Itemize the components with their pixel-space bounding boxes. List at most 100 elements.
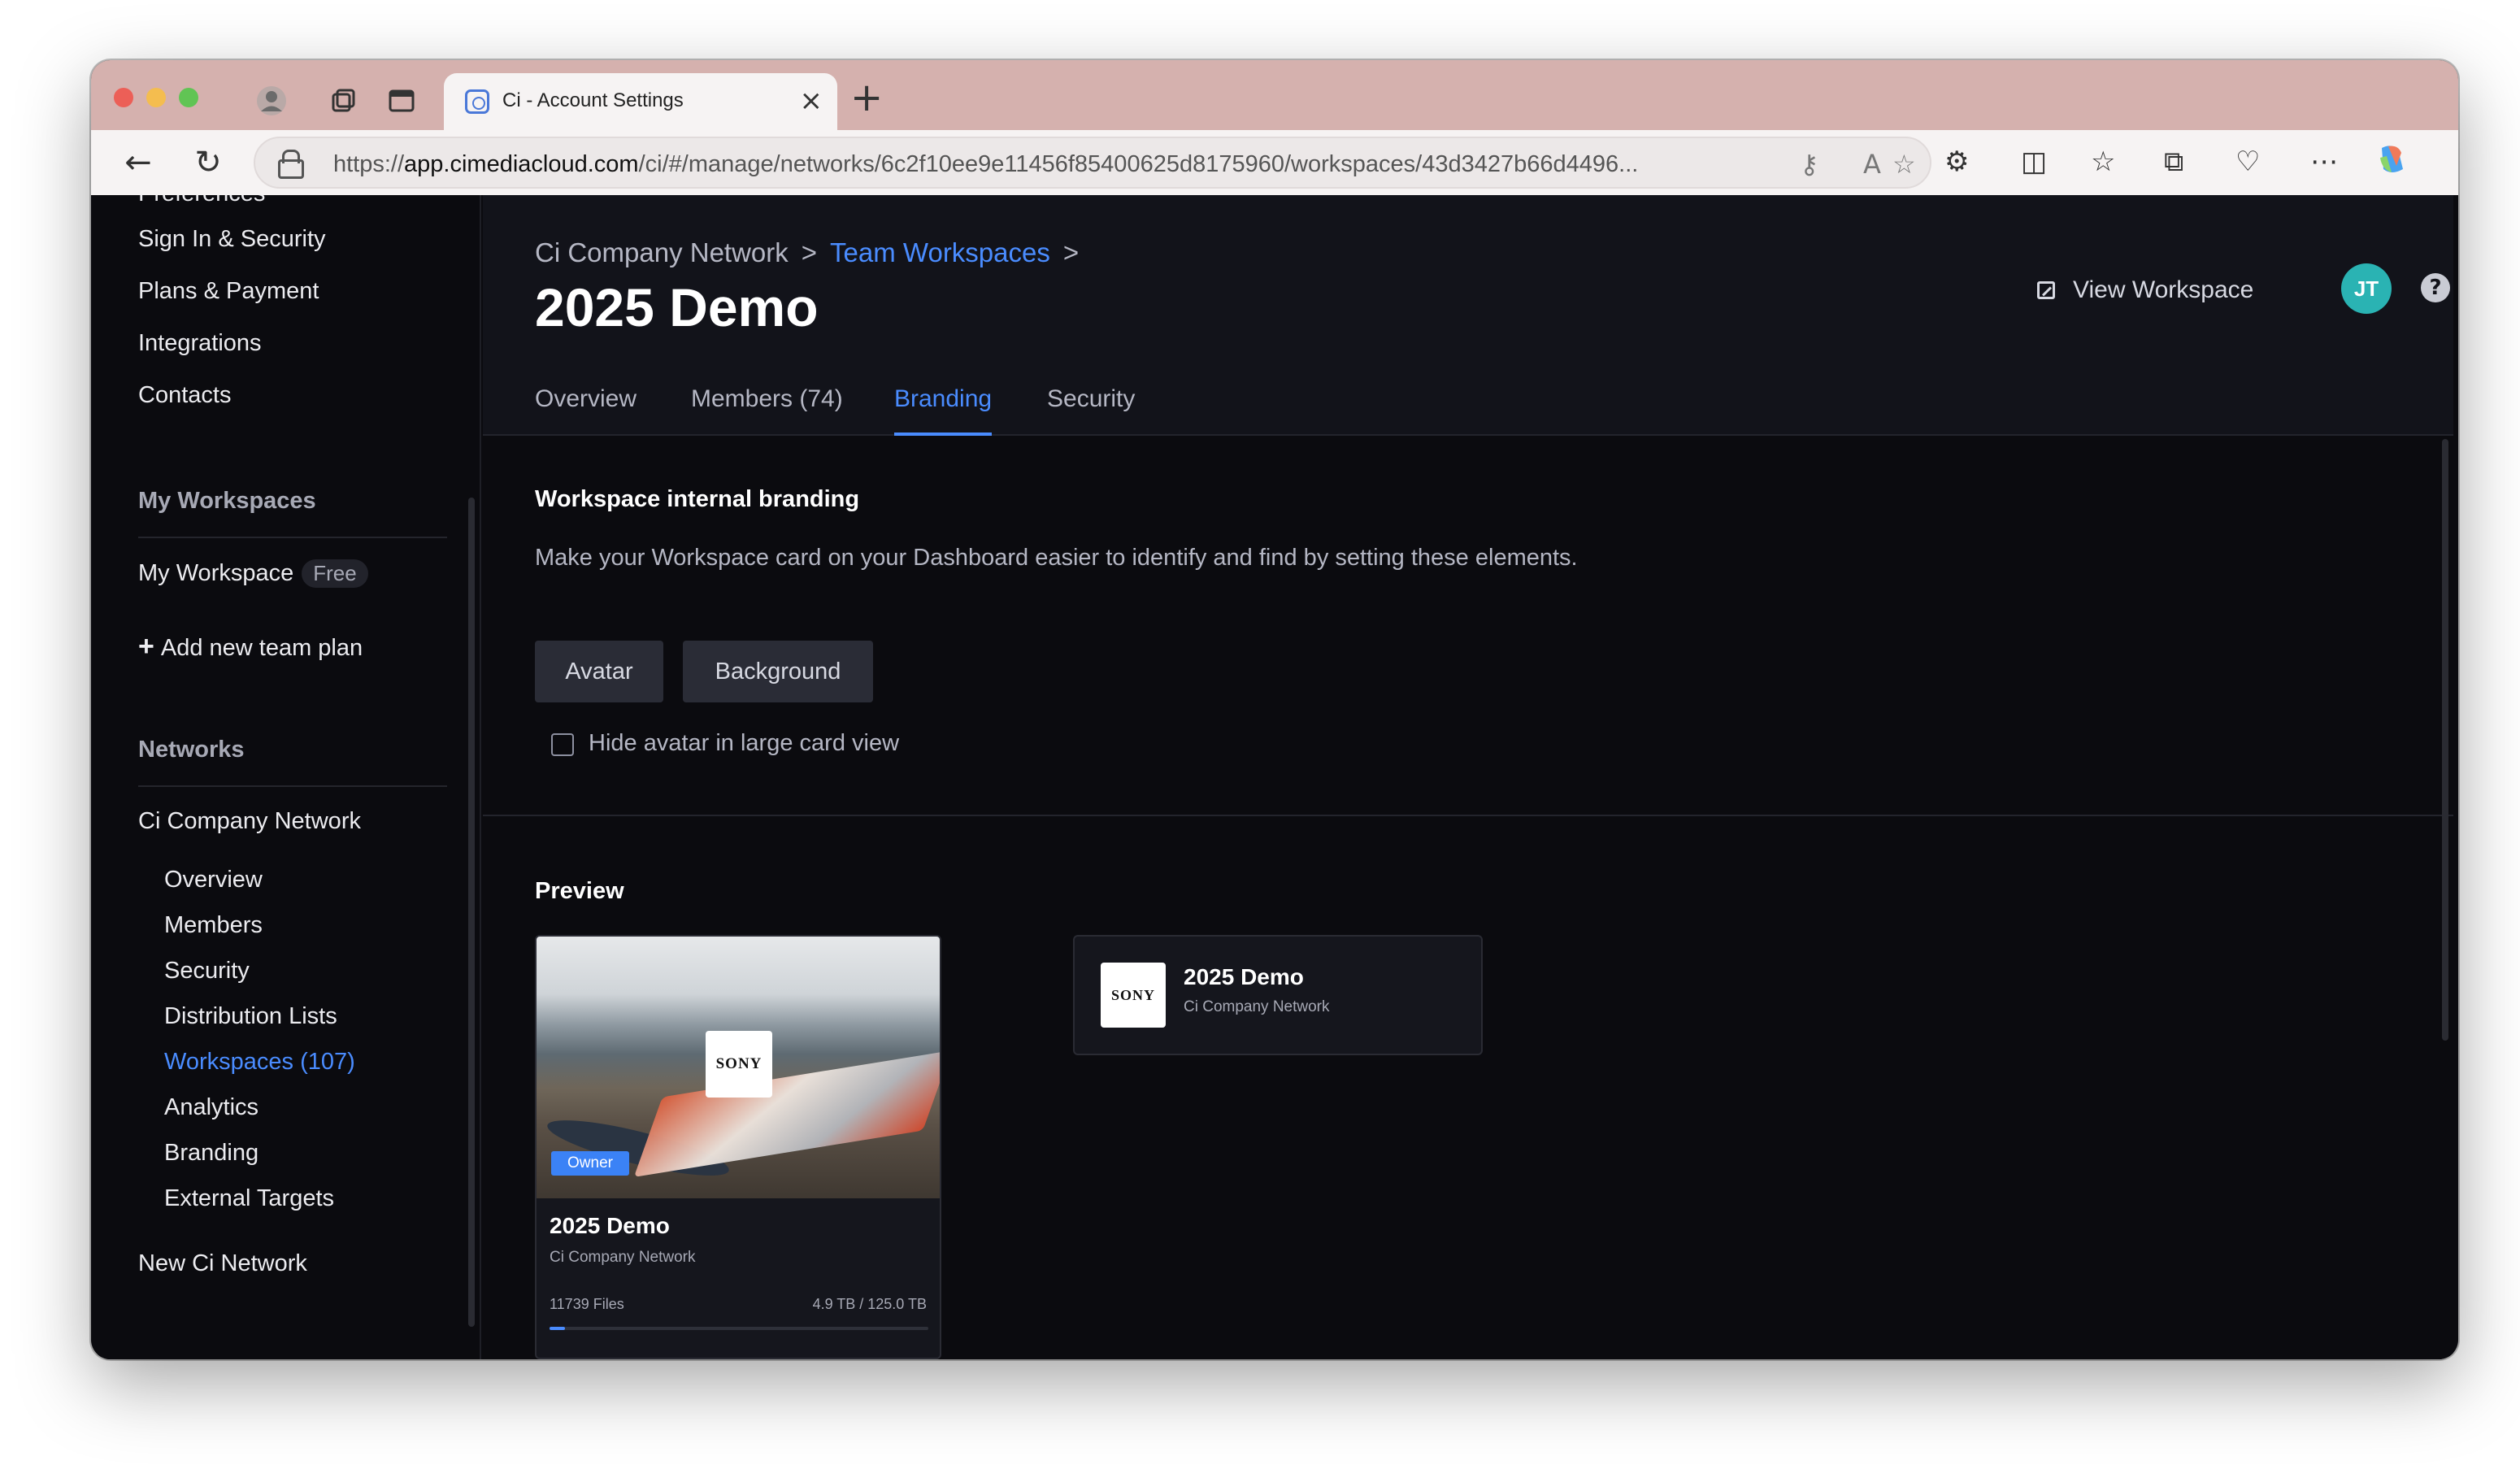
sidebar-item-integrations[interactable]: Integrations: [138, 330, 262, 357]
browser-window: Ci - Account Settings × + ← ↻ https://ap…: [91, 60, 2458, 1359]
close-window-button[interactable]: [114, 88, 133, 107]
sidebar-item-sign-in-security[interactable]: Sign In & Security: [138, 226, 326, 253]
my-workspaces-heading: My Workspaces: [138, 488, 316, 514]
sidebar-item-workspaces[interactable]: Workspaces (107): [164, 1049, 355, 1076]
sidebar-item-branding[interactable]: Branding: [164, 1140, 259, 1167]
workspace-card-large[interactable]: SONY Owner 2025 Demo Ci Company Network …: [535, 935, 941, 1359]
more-menu-icon[interactable]: ⋯: [2310, 141, 2338, 182]
tab-title: Ci - Account Settings: [502, 89, 684, 111]
browser-essentials-icon[interactable]: ♡: [2235, 141, 2260, 182]
collections-icon[interactable]: ⧉: [2164, 141, 2183, 182]
breadcrumb-team-workspaces[interactable]: Team Workspaces: [830, 237, 1050, 267]
avatar[interactable]: JT: [2341, 263, 2392, 314]
branding-section: Workspace internal branding Make your Wo…: [483, 437, 2453, 816]
page-header: Ci Company Network > Team Workspaces > 2025…: [483, 195, 2453, 436]
view-workspace-button[interactable]: View Workspace: [2037, 276, 2253, 304]
divider: [138, 537, 447, 538]
close-tab-icon[interactable]: ×: [800, 85, 823, 117]
tab-bar: Ci - Account Settings × +: [91, 60, 2458, 130]
tab-account-settings[interactable]: Ci - Account Settings ×: [444, 73, 837, 130]
ci-favicon-icon: [465, 89, 489, 114]
workspaces-icon[interactable]: [327, 85, 359, 117]
background-button[interactable]: Background: [683, 641, 873, 702]
breadcrumb-separator: >: [1062, 237, 1080, 267]
favorites-icon[interactable]: ☆: [2091, 141, 2115, 182]
sidebar-scrollbar[interactable]: [468, 498, 475, 1327]
sidebar-item-preferences[interactable]: Preferences: [138, 195, 265, 207]
tab-branding[interactable]: Branding: [894, 385, 992, 413]
workspace-card-small[interactable]: SONY 2025 Demo Ci Company Network: [1073, 935, 1483, 1055]
workspace-background-image: SONY Owner: [537, 937, 940, 1198]
card-title: 2025 Demo: [1184, 964, 1304, 989]
plus-icon: +: [138, 631, 154, 662]
storage-bar-fill: [550, 1327, 565, 1330]
tab-overview[interactable]: Overview: [535, 385, 637, 413]
split-screen-icon[interactable]: ◫: [2021, 141, 2047, 182]
hide-avatar-label[interactable]: Hide avatar in large card view: [589, 730, 899, 757]
open-external-icon: [2037, 281, 2055, 299]
divider: [138, 785, 447, 787]
branding-description: Make your Workspace card on your Dashboa…: [535, 545, 1578, 571]
extensions-icon[interactable]: ⚙: [1944, 141, 1969, 182]
add-team-plan-button[interactable]: + Add new team plan: [138, 631, 363, 663]
card-file-count: 11739 Files: [550, 1296, 624, 1312]
sidebar-item-network[interactable]: Ci Company Network: [138, 808, 361, 835]
tab-members[interactable]: Members (74): [691, 385, 843, 413]
breadcrumb-network[interactable]: Ci Company Network: [535, 237, 789, 267]
owner-badge: Owner: [551, 1151, 629, 1176]
windsurf-sail: [633, 1050, 940, 1177]
sidebar-item-new-network[interactable]: New Ci Network: [138, 1250, 307, 1277]
sidebar-item-contacts[interactable]: Contacts: [138, 382, 231, 409]
plan-badge: Free: [302, 559, 368, 588]
page-title: 2025 Demo: [535, 277, 819, 337]
tab-security[interactable]: Security: [1047, 385, 1135, 413]
browser-toolbar: ← ↻ https://app.cimediacloud.com/ci/#/ma…: [91, 130, 2458, 195]
storage-bar: [550, 1327, 928, 1330]
my-workspace-label: My Workspace: [138, 560, 294, 586]
help-icon[interactable]: ?: [2421, 273, 2450, 302]
zoom-window-button[interactable]: [179, 88, 198, 107]
sidebar-item-plans-payment[interactable]: Plans & Payment: [138, 278, 319, 305]
read-aloud-icon[interactable]: A: [1863, 148, 1881, 180]
sidebar-item-external-targets[interactable]: External Targets: [164, 1185, 334, 1212]
settings-sidebar: Preferences Sign In & Security Plans & P…: [98, 195, 481, 1359]
new-tab-icon[interactable]: +: [850, 78, 883, 117]
branding-heading: Workspace internal branding: [535, 486, 860, 512]
profile-icon[interactable]: [255, 85, 288, 117]
url-text: https://app.cimediacloud.com/ci/#/manage…: [333, 151, 1638, 178]
sidebar-item-members[interactable]: Members: [164, 912, 263, 939]
card-network: Ci Company Network: [550, 1249, 696, 1266]
reload-icon[interactable]: ↻: [185, 140, 231, 185]
vertical-tabs-icon[interactable]: [385, 85, 418, 117]
sidebar-item-distribution-lists[interactable]: Distribution Lists: [164, 1003, 337, 1030]
main-scrollbar[interactable]: [2442, 439, 2448, 1041]
sidebar-item-security[interactable]: Security: [164, 958, 250, 985]
favorite-star-icon[interactable]: ☆: [1892, 148, 1916, 180]
card-storage: 4.9 TB / 125.0 TB: [812, 1296, 927, 1312]
workspace-avatar-logo: SONY: [706, 1031, 772, 1098]
avatar-button[interactable]: Avatar: [535, 641, 663, 702]
active-tab-indicator: [894, 433, 992, 436]
breadcrumb: Ci Company Network > Team Workspaces >: [535, 237, 1092, 268]
hide-avatar-checkbox[interactable]: [551, 733, 574, 756]
sidebar-item-my-workspace[interactable]: My Workspace Free: [138, 559, 368, 588]
card-network: Ci Company Network: [1184, 998, 1330, 1015]
copilot-icon[interactable]: [2374, 141, 2409, 189]
breadcrumb-separator: >: [801, 237, 818, 267]
minimize-window-button[interactable]: [146, 88, 166, 107]
address-bar[interactable]: https://app.cimediacloud.com/ci/#/manage…: [254, 137, 1931, 189]
sidebar-item-analytics[interactable]: Analytics: [164, 1094, 259, 1121]
networks-heading: Networks: [138, 737, 245, 763]
url-prefix: https://: [333, 151, 405, 177]
password-key-icon[interactable]: ⚷: [1800, 148, 1818, 180]
back-arrow-icon[interactable]: ←: [115, 140, 161, 185]
workspace-avatar-logo: SONY: [1101, 963, 1166, 1028]
main-panel: Ci Company Network > Team Workspaces > 2025…: [483, 195, 2453, 1359]
preview-heading: Preview: [535, 878, 624, 904]
url-host: app.cimediacloud.com: [404, 151, 639, 177]
card-title: 2025 Demo: [550, 1213, 670, 1238]
lock-icon[interactable]: [278, 150, 304, 179]
app-content: Preferences Sign In & Security Plans & P…: [98, 195, 2453, 1359]
sidebar-item-overview[interactable]: Overview: [164, 867, 263, 893]
view-workspace-label: View Workspace: [2073, 276, 2254, 303]
